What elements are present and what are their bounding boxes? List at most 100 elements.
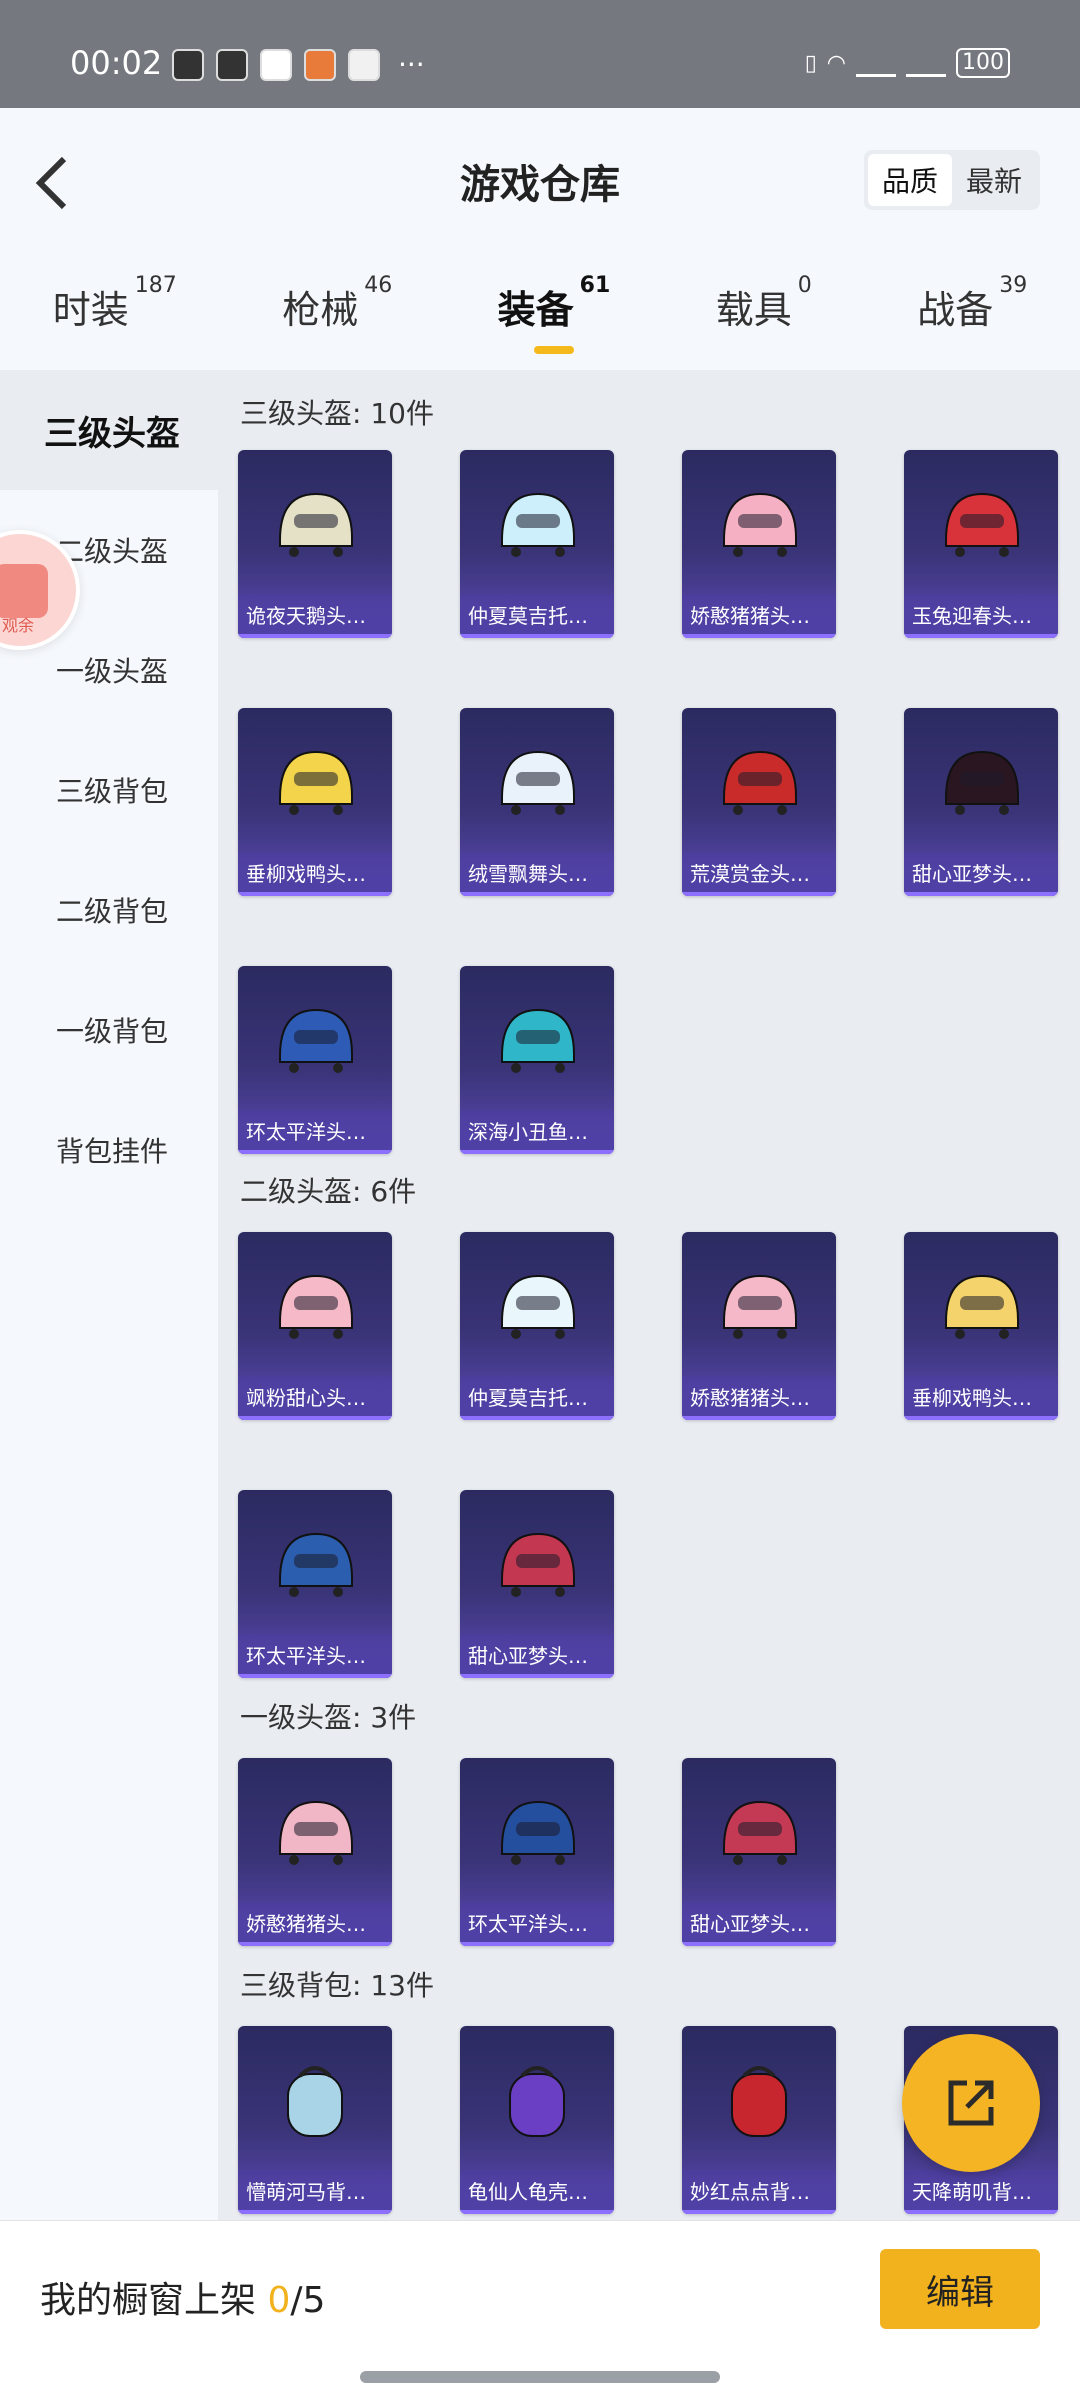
item-name: 甜心亚梦头盔... bbox=[682, 1902, 836, 1946]
sort-quality-button[interactable]: 品质 bbox=[868, 154, 952, 206]
share-button[interactable] bbox=[902, 2034, 1040, 2172]
backpack-icon bbox=[509, 2066, 565, 2137]
sidebar-item-level2-backpack[interactable]: 二级背包 bbox=[0, 850, 218, 970]
tab-label: 时装 bbox=[52, 287, 129, 332]
item-name: 环太平洋头盔... bbox=[238, 1110, 392, 1154]
item-card[interactable]: 龟仙人龟壳背... bbox=[460, 2026, 614, 2214]
item-card[interactable]: 环太平洋头盔... bbox=[238, 1490, 392, 1678]
rarity-bar bbox=[238, 1150, 392, 1154]
item-card[interactable]: 环太平洋头盔... bbox=[238, 966, 392, 1154]
tab-label: 装备 bbox=[497, 287, 574, 332]
sidebar-item-level3-backpack[interactable]: 三级背包 bbox=[0, 730, 218, 850]
status-right: ▯ ◠ 100 bbox=[805, 48, 1010, 78]
vibrate-icon: ▯ bbox=[804, 50, 817, 76]
helmet-icon bbox=[723, 492, 797, 557]
helmet-icon bbox=[945, 750, 1019, 815]
item-card[interactable]: 懵萌河马背包... bbox=[238, 2026, 392, 2214]
helmet-icon bbox=[279, 1532, 353, 1597]
rarity-bar bbox=[682, 1942, 836, 1946]
tab-label: 枪械 bbox=[282, 287, 359, 332]
app-header: 游戏仓库 品质 最新 时装187 枪械46 装备61 载具0 战备39 bbox=[0, 108, 1080, 358]
item-name: 垂柳戏鸭头盔... bbox=[904, 1376, 1058, 1420]
helmet-icon bbox=[945, 1274, 1019, 1339]
item-name: 垂柳戏鸭头盔... bbox=[238, 852, 392, 896]
tab-vehicles[interactable]: 载具0 bbox=[715, 273, 812, 354]
rarity-bar bbox=[682, 2210, 836, 2214]
item-card[interactable]: 娇憨猪猪头盔... bbox=[238, 1758, 392, 1946]
item-name: 甜心亚梦头盔... bbox=[904, 852, 1058, 896]
tab-count: 61 bbox=[579, 272, 611, 298]
item-name: 环太平洋头盔... bbox=[238, 1634, 392, 1678]
tab-fashion[interactable]: 时装187 bbox=[52, 273, 177, 354]
rarity-bar bbox=[460, 1674, 614, 1678]
item-card[interactable]: 深海小丑鱼头... bbox=[460, 966, 614, 1154]
rarity-bar bbox=[460, 634, 614, 638]
section-title: 三级头盔: 10件 bbox=[240, 397, 434, 430]
item-name: 诡夜天鹅头盔... bbox=[238, 594, 392, 638]
item-card[interactable]: 玉兔迎春头盔... bbox=[904, 450, 1058, 638]
helmet-icon bbox=[279, 492, 353, 557]
rarity-bar bbox=[238, 1942, 392, 1946]
item-name: 飒粉甜心头盔... bbox=[238, 1376, 392, 1420]
helmet-icon bbox=[723, 1800, 797, 1865]
item-name: 仲夏莫吉托头... bbox=[460, 1376, 614, 1420]
helmet-icon bbox=[501, 750, 575, 815]
rarity-bar bbox=[238, 634, 392, 638]
tab-count: 187 bbox=[134, 272, 177, 298]
section-title: 二级头盔: 6件 bbox=[240, 1175, 417, 1208]
item-card[interactable]: 环太平洋头盔... bbox=[460, 1758, 614, 1946]
tab-count: 46 bbox=[364, 272, 393, 298]
rarity-bar bbox=[904, 1416, 1058, 1420]
rarity-bar bbox=[460, 892, 614, 896]
share-external-icon bbox=[948, 2080, 994, 2126]
item-card[interactable]: 垂柳戏鸭头盔... bbox=[238, 708, 392, 896]
rarity-bar bbox=[904, 892, 1058, 896]
tab-count: 0 bbox=[797, 272, 812, 298]
chat-icon bbox=[216, 48, 248, 81]
item-card[interactable]: 诡夜天鹅头盔... bbox=[238, 450, 392, 638]
item-name: 娇憨猪猪头盔... bbox=[238, 1902, 392, 1946]
item-card[interactable]: 甜心亚梦头盔... bbox=[904, 708, 1058, 896]
sidebar-item-level1-backpack[interactable]: 一级背包 bbox=[0, 970, 218, 1090]
helmet-icon bbox=[723, 750, 797, 815]
edit-button[interactable]: 编辑 bbox=[880, 2249, 1040, 2329]
item-card[interactable]: 荒漠赏金头盔... bbox=[682, 708, 836, 896]
helmet-icon bbox=[501, 1800, 575, 1865]
item-card[interactable]: 妙红点点背包... bbox=[682, 2026, 836, 2214]
item-name: 妙红点点背包... bbox=[682, 2170, 836, 2214]
item-card[interactable]: 仲夏莫吉托头... bbox=[460, 1232, 614, 1420]
item-card[interactable]: 飒粉甜心头盔... bbox=[238, 1232, 392, 1420]
item-name: 甜心亚梦头盔... bbox=[460, 1634, 614, 1678]
item-card[interactable]: 娇憨猪猪头盔... bbox=[682, 450, 836, 638]
sidebar-item-level3-helmet[interactable]: 三级头盔 bbox=[0, 370, 218, 490]
item-card[interactable]: 垂柳戏鸭头盔... bbox=[904, 1232, 1058, 1420]
sort-newest-button[interactable]: 最新 bbox=[952, 154, 1036, 206]
item-name: 绒雪飘舞头盔... bbox=[460, 852, 614, 896]
video-icon bbox=[0, 564, 48, 618]
signal-5g-icon-2 bbox=[906, 49, 946, 77]
tab-supplies[interactable]: 战备39 bbox=[917, 273, 1027, 354]
app-icon bbox=[260, 48, 292, 81]
tab-weapons[interactable]: 枪械46 bbox=[282, 273, 392, 354]
rarity-bar bbox=[460, 1416, 614, 1420]
item-name: 环太平洋头盔... bbox=[460, 1902, 614, 1946]
home-indicator[interactable] bbox=[360, 2371, 720, 2383]
rarity-bar bbox=[682, 892, 836, 896]
badge-text: 观余 bbox=[2, 616, 35, 635]
tab-equipment[interactable]: 装备61 bbox=[497, 273, 610, 354]
item-name: 娇憨猪猪头盔... bbox=[682, 1376, 836, 1420]
item-card[interactable]: 仲夏莫吉托头... bbox=[460, 450, 614, 638]
mail-icon bbox=[172, 48, 204, 81]
showcase-total: /5 bbox=[290, 2280, 326, 2321]
item-card[interactable]: 娇憨猪猪头盔... bbox=[682, 1232, 836, 1420]
helmet-icon bbox=[945, 492, 1019, 557]
helmet-icon bbox=[279, 1008, 353, 1073]
section-title: 三级背包: 13件 bbox=[240, 1969, 434, 2002]
tab-label: 载具 bbox=[715, 287, 792, 332]
helmet-icon bbox=[501, 1532, 575, 1597]
signal-5g-icon bbox=[856, 49, 896, 77]
item-card[interactable]: 绒雪飘舞头盔... bbox=[460, 708, 614, 896]
item-card[interactable]: 甜心亚梦头盔... bbox=[460, 1490, 614, 1678]
sidebar-item-backpack-pendant[interactable]: 背包挂件 bbox=[0, 1090, 218, 1210]
item-card[interactable]: 甜心亚梦头盔... bbox=[682, 1758, 836, 1946]
